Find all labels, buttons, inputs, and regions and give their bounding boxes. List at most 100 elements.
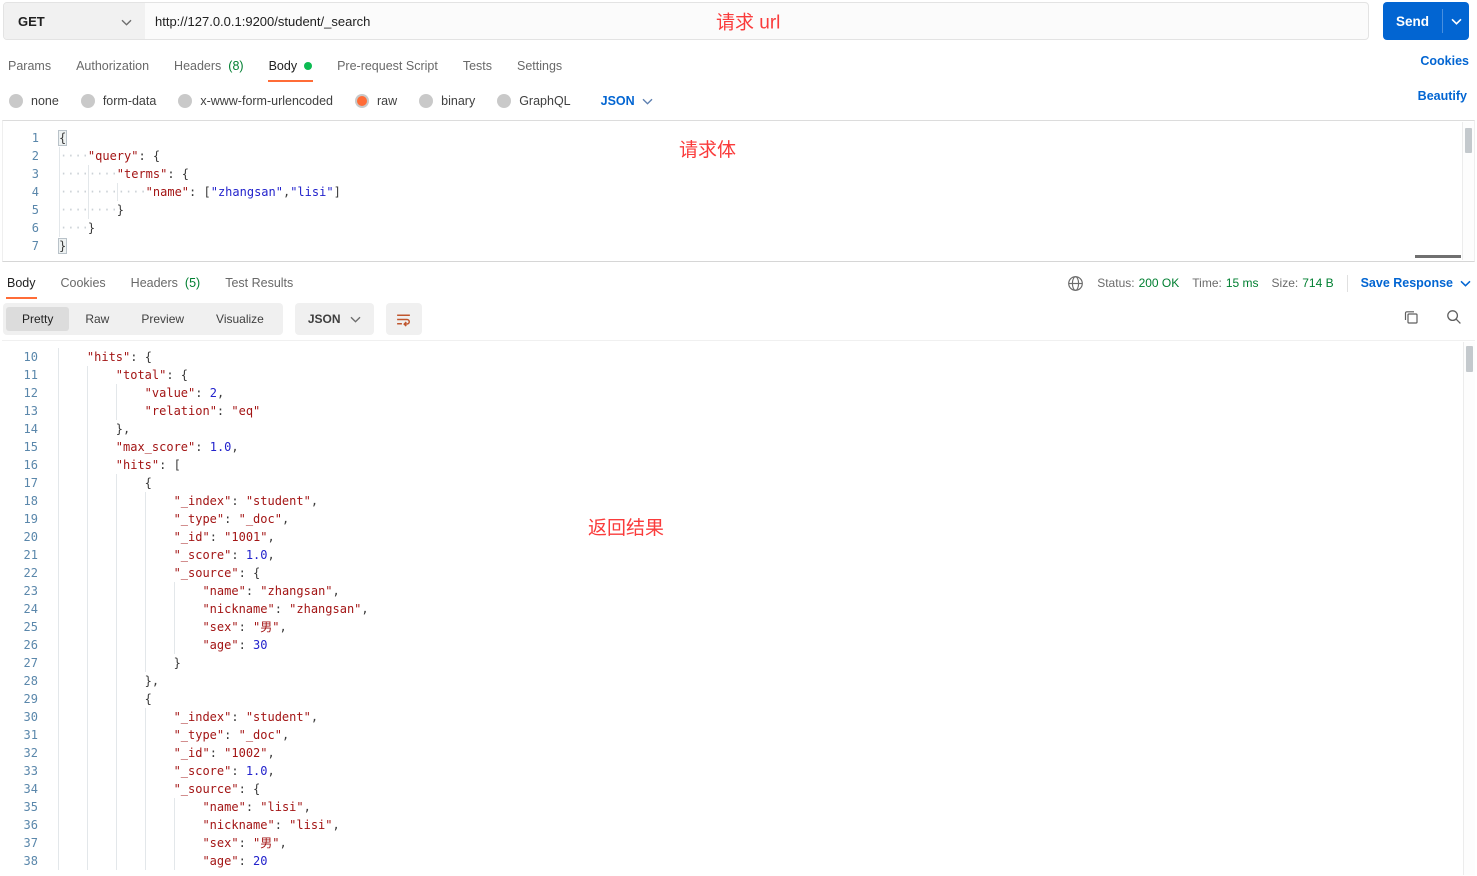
beautify-link[interactable]: Beautify (1418, 89, 1467, 103)
cookies-link[interactable]: Cookies (1420, 54, 1469, 68)
line-number: 16 (23, 458, 38, 472)
code-line: 31 "_type": "_doc", (2, 726, 1475, 744)
tab-count: (5) (184, 276, 201, 290)
chevron-down-icon (121, 14, 132, 29)
line-number: 24 (23, 602, 38, 616)
code-line: 1{ (3, 129, 1474, 147)
body-type-x-www-form-urlencoded[interactable]: x-www-form-urlencoded (178, 94, 333, 108)
body-type-graphql[interactable]: GraphQL (497, 94, 571, 108)
body-type-none[interactable]: none (9, 94, 59, 108)
line-number: 3 (31, 167, 39, 181)
code-line: 11 "total": { (2, 366, 1475, 384)
request-tab-tests[interactable]: Tests (463, 59, 492, 73)
save-response-button[interactable]: Save Response (1361, 276, 1471, 290)
response-view-pretty[interactable]: Pretty (6, 307, 70, 331)
code-line: 2 ····"query": { (3, 147, 1474, 165)
raw-language-select[interactable]: JSON (601, 94, 653, 108)
line-number: 38 (23, 854, 38, 868)
line-number: 1 (31, 131, 39, 145)
code-line: 21 "_score": 1.0, (2, 546, 1475, 564)
line-number: 31 (23, 728, 38, 742)
radio-label: form-data (102, 94, 157, 108)
line-number: 18 (23, 494, 38, 508)
response-tab-cookies[interactable]: Cookies (61, 276, 106, 290)
response-view-raw[interactable]: Raw (69, 307, 125, 331)
line-number: 22 (23, 566, 38, 580)
tab-label: Headers (130, 276, 178, 290)
response-scrollbar[interactable] (1463, 342, 1475, 875)
request-url-bar: GET http://127.0.0.1:9200/student/_searc… (3, 2, 1469, 40)
response-language-select[interactable]: JSON (294, 303, 374, 335)
wrap-text-icon (397, 314, 411, 327)
request-body-editor[interactable]: 1{2 ····"query": {3 ········"terms": {4 ···… (2, 120, 1475, 262)
code-line: 13 "relation": "eq" (2, 402, 1475, 420)
url-control: GET http://127.0.0.1:9200/student/_searc… (3, 2, 1369, 40)
code-line: 15 "max_score": 1.0, (2, 438, 1475, 456)
time-badge: Time: 15 ms (1192, 276, 1258, 290)
response-view-preview[interactable]: Preview (125, 307, 200, 331)
response-view-visualize[interactable]: Visualize (200, 307, 280, 331)
response-code-lines: 10 "hits": {11 "total": {12 "value": 2, 1… (2, 341, 1475, 870)
response-tab-body[interactable]: Body (6, 276, 36, 299)
code-line: 25 "sex": "男", (2, 618, 1475, 636)
response-tab-headers[interactable]: Headers (5) (131, 276, 201, 290)
body-type-binary[interactable]: binary (419, 94, 475, 108)
body-type-form-data[interactable]: form-data (80, 94, 157, 108)
line-number: 10 (23, 350, 38, 364)
copy-icon[interactable] (1402, 308, 1420, 326)
radio-label: GraphQL (519, 94, 571, 108)
body-filled-dot-icon (304, 62, 313, 70)
body-type-raw[interactable]: raw (355, 94, 397, 108)
request-tabs: Params Authorization Headers (8) Body Pre-req… (0, 54, 1477, 82)
code-line: 10 "hits": { (2, 348, 1475, 366)
request-tab-pre-request-script[interactable]: Pre-request Script (337, 59, 438, 73)
search-icon[interactable] (1445, 308, 1463, 326)
request-tab-authorization[interactable]: Authorization (76, 59, 149, 73)
send-button[interactable]: Send (1383, 2, 1469, 40)
tab-label: Settings (517, 59, 563, 73)
code-line: 32 "_id": "1002", (2, 744, 1475, 762)
scrollbar-thumb[interactable] (1466, 346, 1473, 372)
response-view-switcher: Pretty Raw Preview Visualize (3, 303, 283, 335)
code-line: 22 "_source": { (2, 564, 1475, 582)
radio-icon (419, 94, 434, 108)
response-body-viewer[interactable]: 10 "hits": {11 "total": {12 "value": 2, 1… (2, 340, 1475, 876)
code-line: 33 "_score": 1.0, (2, 762, 1475, 780)
wrap-lines-button[interactable] (385, 303, 422, 335)
radio-icon (80, 94, 95, 108)
response-toolbar: Pretty Raw Preview Visualize JSON (3, 303, 422, 335)
chevron-down-icon (350, 316, 361, 323)
code-line: 6 ····} (3, 219, 1474, 237)
line-number: 12 (23, 386, 38, 400)
network-globe-icon[interactable] (1067, 275, 1084, 292)
status-label: Status: (1097, 276, 1135, 290)
status-badge: Status: 200 OK (1097, 276, 1179, 290)
request-tab-headers[interactable]: Headers (8) (174, 59, 244, 73)
response-annotation: 返回结果 (588, 518, 665, 539)
tab-count: (8) (228, 59, 244, 73)
line-number: 14 (23, 422, 38, 436)
line-number: 23 (23, 584, 38, 598)
tab-label: Body (268, 59, 298, 73)
request-tab-body[interactable]: Body (267, 59, 313, 82)
code-line: 5 ········} (3, 201, 1474, 219)
size-label: Size: (1271, 276, 1299, 290)
save-response-label: Save Response (1360, 276, 1453, 290)
request-tab-settings[interactable]: Settings (517, 59, 562, 73)
url-annotation: 请求 url (716, 12, 781, 34)
send-options-chevron-icon[interactable] (1443, 2, 1469, 40)
request-editor-scrollbar[interactable] (1462, 122, 1474, 260)
line-number: 27 (23, 656, 38, 670)
method-label: GET (18, 13, 45, 29)
code-line: 27 } (2, 654, 1475, 672)
request-editor-hscroll-thumb[interactable] (1415, 255, 1461, 258)
scrollbar-thumb[interactable] (1465, 128, 1472, 153)
line-number: 28 (23, 674, 38, 688)
request-tab-params[interactable]: Params (8, 59, 51, 73)
raw-language-label: JSON (600, 94, 635, 108)
line-number: 37 (23, 836, 38, 850)
line-number: 36 (23, 818, 38, 832)
url-input[interactable]: http://127.0.0.1:9200/student/_search (145, 3, 370, 39)
response-tab-test-results[interactable]: Test Results (225, 276, 293, 290)
method-select[interactable]: GET (4, 3, 145, 39)
